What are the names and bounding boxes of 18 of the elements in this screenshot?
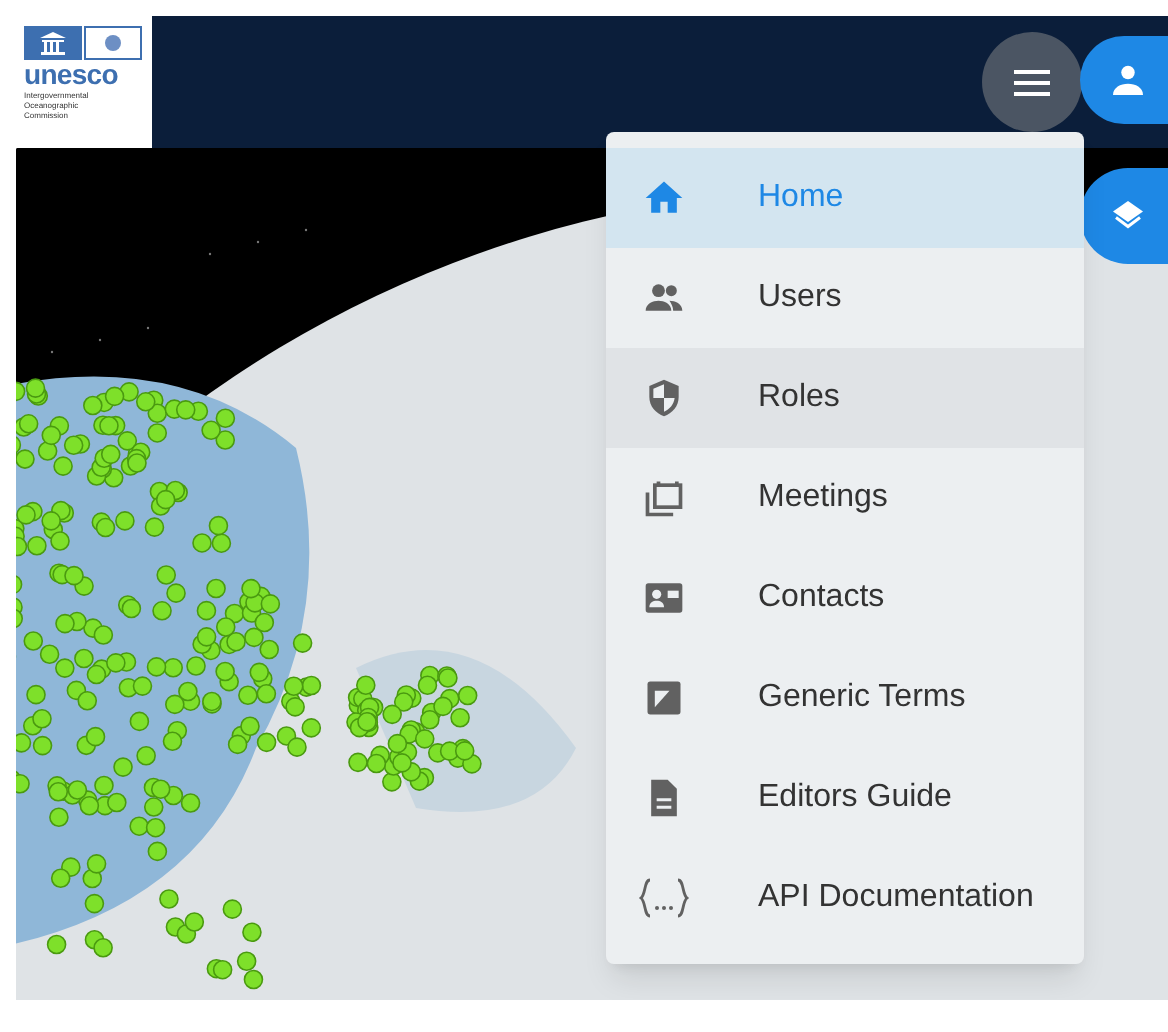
emblem-icon: [84, 26, 142, 60]
menu-item[interactable]: Roles: [606, 348, 1084, 448]
layers-icon: [1110, 198, 1146, 234]
temple-icon: [24, 26, 82, 60]
calendar-stack-icon: [642, 476, 686, 520]
square-icon: [642, 676, 686, 720]
layers-button[interactable]: [1080, 168, 1168, 264]
logo-wordmark: unesco: [24, 60, 120, 90]
menu-item[interactable]: Generic Terms: [606, 648, 1084, 748]
menu-item[interactable]: Meetings: [606, 448, 1084, 548]
menu-item[interactable]: Contacts: [606, 548, 1084, 648]
menu-icon: [1014, 69, 1050, 95]
menu-item[interactable]: Users: [606, 248, 1084, 348]
braces-icon: [638, 876, 690, 920]
profile-button[interactable]: [1080, 36, 1168, 124]
menu-item[interactable]: API Documentation: [606, 848, 1084, 948]
person-icon: [1110, 62, 1146, 98]
menu-item[interactable]: Editors Guide: [606, 748, 1084, 848]
